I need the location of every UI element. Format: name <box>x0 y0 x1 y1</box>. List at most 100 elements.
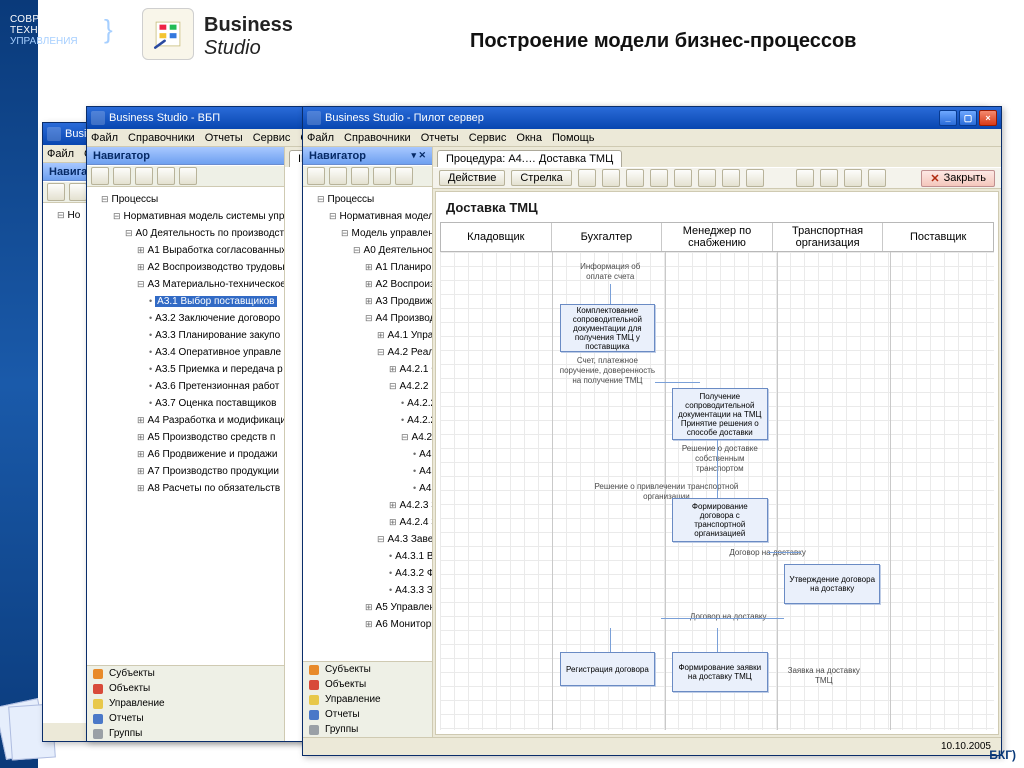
tree-node[interactable]: A4 <box>413 446 430 463</box>
tree-node[interactable]: A8 Расчеты по обязательств <box>137 480 282 497</box>
tab-procedure[interactable]: Процедура: A4.… Доставка ТМЦ <box>437 150 622 167</box>
tree-node[interactable]: A3.2 Заключение договоро <box>149 310 282 327</box>
flow-box[interactable]: Формирование заявки на доставку ТМЦ <box>672 652 768 692</box>
tool-icon[interactable] <box>157 167 175 185</box>
tree-node[interactable]: Процессы <box>101 191 282 208</box>
menu-service[interactable]: Сервис <box>469 132 507 144</box>
tree-node[interactable]: A4.1 Управлен <box>377 327 430 344</box>
tree-node[interactable]: A4.2.2 <box>401 412 430 429</box>
diagram-canvas[interactable]: Доставка ТМЦ Кладовщик Бухгалтер Менедже… <box>435 191 999 735</box>
tool-icon[interactable] <box>868 169 886 187</box>
menu-dict[interactable]: Справочники <box>128 132 195 144</box>
tree-node[interactable]: A4.3.3 За <box>389 582 430 599</box>
tool-icon[interactable] <box>626 169 644 187</box>
tree-node[interactable]: A5 Управление р <box>365 599 430 616</box>
tree-node[interactable]: A4.2 Реализац <box>377 344 430 361</box>
menu-reports[interactable]: Отчеты <box>205 132 243 144</box>
tool-icon[interactable] <box>351 167 369 185</box>
nav-toolbar[interactable] <box>303 165 432 187</box>
tool-icon[interactable] <box>578 169 596 187</box>
tree-node[interactable]: A5 Производство средств п <box>137 429 282 446</box>
tool-icon[interactable] <box>844 169 862 187</box>
tree-node[interactable]: Модель управления кон <box>341 225 430 242</box>
tree-node[interactable]: A4 <box>413 480 430 497</box>
flow-box[interactable]: Комплектование сопроводительной документ… <box>560 304 656 352</box>
mode-action-button[interactable]: Действие <box>439 170 505 186</box>
save-icon[interactable] <box>796 169 814 187</box>
tool-icon[interactable] <box>602 169 620 187</box>
close-button[interactable]: × <box>979 110 997 126</box>
nav-categories[interactable]: Субъекты Объекты Управление Отчеты Групп… <box>303 661 432 737</box>
tree-node[interactable]: A6 Продвижение и продажи <box>137 446 282 463</box>
tool-icon[interactable] <box>650 169 668 187</box>
tree-node[interactable]: A3.4 Оперативное управле <box>149 344 282 361</box>
document-tabs[interactable]: Процедура: A4.… Доставка ТМЦ <box>433 147 1001 167</box>
tree-node[interactable]: A2 Воспроизводст <box>365 276 430 293</box>
tree-node[interactable]: A3.7 Оценка поставщиков <box>149 395 282 412</box>
tree-node[interactable]: A4.2.1 Фо <box>389 361 430 378</box>
pin-icon[interactable]: ▾ ✕ <box>411 150 426 161</box>
tree-node[interactable]: A3.6 Претензионная работ <box>149 378 282 395</box>
titlebar[interactable]: Business Studio - Пилот сервер _ ▢ × <box>303 107 1001 129</box>
tree-node[interactable]: A0 Деятельность в о <box>353 242 430 259</box>
cat-reports[interactable]: Отчеты <box>325 709 360 720</box>
tree-node[interactable]: A3.1 Выбор поставщиков <box>149 293 282 310</box>
cat-subjects[interactable]: Субъекты <box>109 668 155 679</box>
navigator-header[interactable]: Навигатор ▾ ✕ <box>303 147 432 165</box>
tree-node[interactable]: A3 Продвижение <box>365 293 430 310</box>
tree-node[interactable]: A3.5 Приемка и передача р <box>149 361 282 378</box>
tool-icon[interactable] <box>47 183 65 201</box>
tree-node[interactable]: A4.2.3 За <box>389 497 430 514</box>
minimize-button[interactable]: _ <box>939 110 957 126</box>
tree-node[interactable]: A4.2.2 <box>401 429 430 446</box>
tool-icon[interactable] <box>698 169 716 187</box>
tool-icon[interactable] <box>395 167 413 185</box>
flow-box[interactable]: Получение сопроводительной документации … <box>672 388 768 440</box>
menu-windows[interactable]: Окна <box>516 132 542 144</box>
cat-groups[interactable]: Группы <box>109 728 142 739</box>
tool-icon[interactable] <box>820 169 838 187</box>
menu-file[interactable]: Файл <box>307 132 334 144</box>
maximize-button[interactable]: ▢ <box>959 110 977 126</box>
menu-help[interactable]: Помощь <box>552 132 595 144</box>
tree-node[interactable]: A4.3.1 Ве <box>389 548 430 565</box>
menu-service[interactable]: Сервис <box>253 132 291 144</box>
tree-node[interactable]: A4 Разработка и модификаци <box>137 412 282 429</box>
process-tree[interactable]: Процессы Нормативная модель системы упра… <box>87 187 284 665</box>
tree-node[interactable]: A4 <box>413 463 430 480</box>
cat-groups[interactable]: Группы <box>325 724 358 735</box>
cat-subjects[interactable]: Субъекты <box>325 664 371 675</box>
flow-box[interactable]: Утверждение договора на доставку <box>784 564 880 604</box>
tree-node[interactable]: A4.2.2 Вы <box>389 378 430 395</box>
close-diagram-button[interactable]: ✕ Закрыть <box>921 170 995 187</box>
tree-node[interactable]: A7 Производство продукции <box>137 463 282 480</box>
tool-icon[interactable] <box>329 167 347 185</box>
tree-node[interactable]: Нормативная модель системы управле <box>113 208 282 225</box>
tree-node[interactable]: A3.3 Планирование закупо <box>149 327 282 344</box>
menu-reports[interactable]: Отчеты <box>421 132 459 144</box>
tool-icon[interactable] <box>722 169 740 187</box>
menu-file[interactable]: Файл <box>91 132 118 144</box>
tree-node[interactable]: A2 Воспроизводство трудовы <box>137 259 282 276</box>
tool-icon[interactable] <box>307 167 325 185</box>
cat-mgmt[interactable]: Управление <box>109 698 165 709</box>
menu-file[interactable]: Файл <box>47 148 74 160</box>
tool-icon[interactable] <box>179 167 197 185</box>
cat-reports[interactable]: Отчеты <box>109 713 144 724</box>
tree-node[interactable]: Нормативная модель системы <box>329 208 430 225</box>
tool-icon[interactable] <box>135 167 153 185</box>
menu-dict[interactable]: Справочники <box>344 132 411 144</box>
tool-icon[interactable] <box>746 169 764 187</box>
process-tree[interactable]: Процессы Нормативная модель системы Моде… <box>303 187 432 661</box>
tree-node[interactable]: A1 Планирование <box>365 259 430 276</box>
cat-objects[interactable]: Объекты <box>325 679 366 690</box>
tree-node[interactable]: A4.2.2 <box>401 395 430 412</box>
tool-icon[interactable] <box>69 183 87 201</box>
cat-mgmt[interactable]: Управление <box>325 694 381 705</box>
nav-categories[interactable]: Субъекты Объекты Управление Отчеты Групп… <box>87 665 284 741</box>
tree-node[interactable]: A4.3 Заверше <box>377 531 430 548</box>
nav-toolbar[interactable] <box>87 165 284 187</box>
tool-icon[interactable] <box>91 167 109 185</box>
tool-icon[interactable] <box>674 169 692 187</box>
mode-arrow-button[interactable]: Стрелка <box>511 170 571 186</box>
